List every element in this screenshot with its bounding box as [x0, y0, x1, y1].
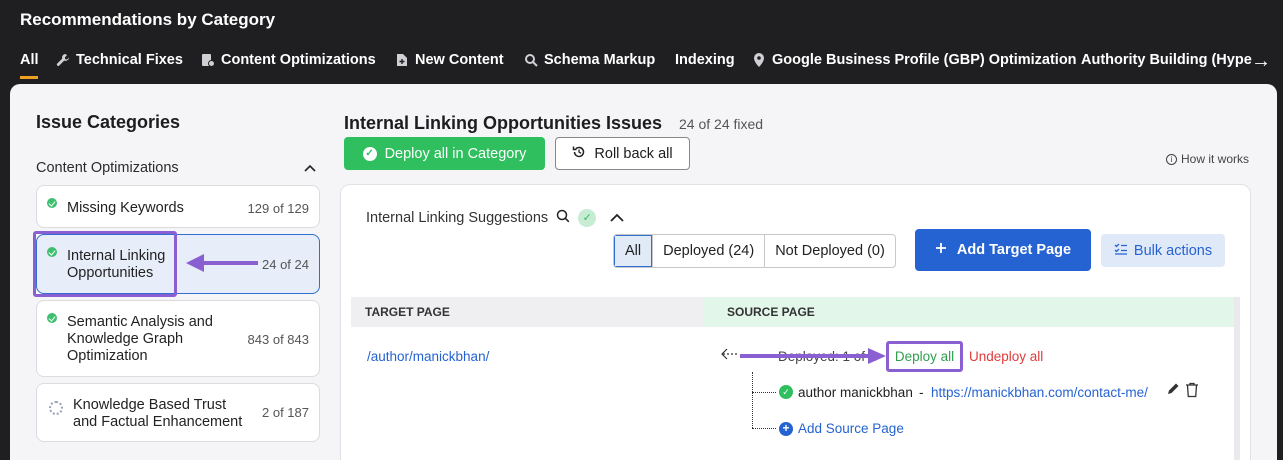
source-anchor-text: author manickbhan	[798, 385, 913, 400]
add-circle-icon: +	[779, 422, 793, 436]
annotation-arrow-icon	[740, 348, 886, 364]
location-pin-icon	[752, 53, 766, 67]
column-header-source: SOURCE PAGE	[703, 297, 1234, 327]
annotation-highlight-box	[33, 231, 177, 297]
deploy-all-in-category-button[interactable]: ✓ Deploy all in Category	[344, 137, 545, 170]
fixed-count: 24 of 24 fixed	[679, 116, 764, 132]
history-icon	[572, 145, 586, 163]
undeploy-all-button[interactable]: Undeploy all	[969, 349, 1043, 364]
chevron-up-icon[interactable]	[304, 160, 316, 176]
roll-back-all-button[interactable]: Roll back all	[555, 137, 690, 170]
info-icon: i	[1165, 153, 1177, 165]
add-source-page-button[interactable]: Add Source Page	[798, 421, 904, 436]
add-target-page-button[interactable]: Add Target Page	[915, 229, 1091, 271]
tree-connector	[752, 392, 776, 393]
wrench-icon	[56, 53, 70, 67]
tab-new-content[interactable]: New Content	[395, 52, 504, 68]
chevron-up-icon[interactable]	[610, 210, 624, 227]
tab-schema-markup[interactable]: Schema Markup	[524, 52, 655, 68]
table-scrollbar[interactable]	[1234, 297, 1240, 460]
plus-icon	[935, 242, 947, 258]
filter-deployed[interactable]: Deployed (24)	[652, 235, 764, 267]
source-separator: -	[919, 385, 924, 400]
tab-technical-fixes[interactable]: Technical Fixes	[56, 52, 183, 68]
tab-gbp-optimization[interactable]: Google Business Profile (GBP) Optimizati…	[752, 52, 1077, 68]
link-arrow-icon	[721, 347, 739, 363]
deploy-all-button[interactable]: Deploy all	[886, 341, 963, 372]
sidebar-group-header[interactable]: Content Optimizations	[36, 160, 320, 176]
edit-pencil-icon[interactable]	[1166, 382, 1180, 400]
in-progress-spinner-icon	[49, 401, 63, 415]
sidebar-item-knowledge-trust[interactable]: Knowledge Based Trust and Factual Enhanc…	[36, 383, 320, 442]
check-circle-icon: ✓	[362, 146, 377, 161]
tab-indexing[interactable]: Indexing	[675, 52, 735, 68]
status-check-icon: ✓	[578, 209, 597, 227]
filter-all[interactable]: All	[614, 235, 653, 267]
source-url-link[interactable]: https://manickbhan.com/contact-me/	[931, 385, 1148, 400]
tab-authority-building[interactable]: Authority Building (Hype	[1081, 52, 1252, 68]
new-document-icon	[395, 53, 409, 67]
sidebar-item-semantic-analysis[interactable]: Semantic Analysis and Knowledge Graph Op…	[36, 300, 320, 377]
issues-title: Internal Linking Opportunities Issues	[344, 113, 663, 133]
complete-check-icon	[47, 198, 57, 208]
sidebar-title: Issue Categories	[36, 112, 181, 132]
suggestions-header: Internal Linking Suggestions ✓	[366, 209, 624, 227]
delete-trash-icon[interactable]	[1185, 382, 1199, 400]
sidebar-item-missing-keywords[interactable]: Missing Keywords 129 of 129	[36, 185, 320, 228]
deployment-filter: All Deployed (24) Not Deployed (0)	[613, 234, 896, 268]
scroll-tabs-right-arrow-icon[interactable]: →	[1251, 50, 1271, 73]
document-check-icon	[201, 53, 215, 67]
annotation-arrow-icon	[186, 254, 258, 272]
tab-content-optimizations[interactable]: Content Optimizations	[201, 52, 376, 68]
search-icon[interactable]	[556, 209, 570, 227]
how-it-works-link[interactable]: i How it works	[1165, 152, 1249, 166]
page-title: Recommendations by Category	[20, 10, 276, 29]
tree-connector	[752, 372, 753, 428]
checklist-icon	[1114, 243, 1128, 259]
filter-not-deployed[interactable]: Not Deployed (0)	[764, 235, 895, 267]
tab-all[interactable]: All	[20, 52, 39, 68]
search-schema-icon	[524, 53, 538, 67]
deployed-check-icon: ✓	[779, 385, 793, 399]
active-tab-indicator	[20, 76, 38, 79]
sidebar-group-label: Content Optimizations	[36, 160, 179, 176]
category-tabs: All Technical Fixes Content Optimization…	[0, 48, 1283, 79]
target-page-link[interactable]: /author/manickbhan/	[367, 349, 489, 364]
column-header-target: TARGET PAGE	[351, 297, 703, 327]
complete-check-icon	[47, 313, 57, 323]
bulk-actions-button[interactable]: Bulk actions	[1101, 234, 1225, 267]
tree-connector	[752, 428, 776, 429]
